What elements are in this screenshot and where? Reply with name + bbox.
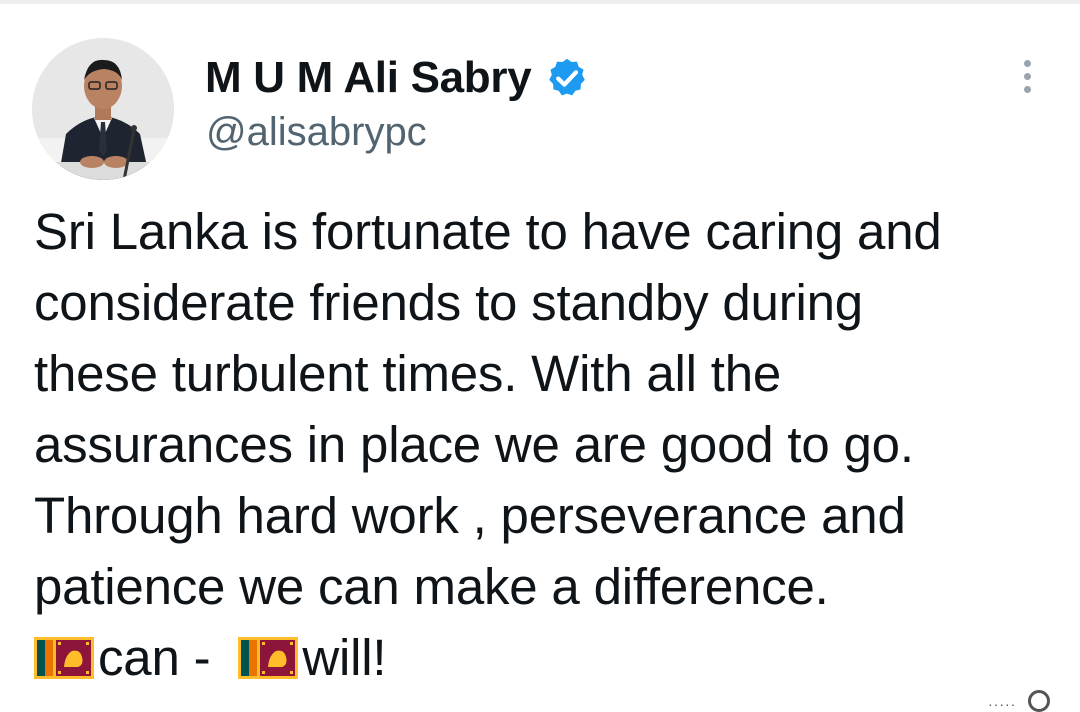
tweet-line: assurances in place we are good to go. (34, 416, 914, 473)
top-divider (0, 0, 1080, 4)
sri-lanka-flag-icon (34, 626, 94, 679)
translate-control-icon[interactable]: ····· (980, 686, 1060, 712)
tweet-line: patience we can make a difference. (34, 558, 829, 615)
closing-text-can: can - (98, 629, 225, 686)
tweet-line: these turbulent times. With all the (34, 345, 782, 402)
tweet-line: considerate friends to standby during (34, 274, 863, 331)
profile-photo-icon (32, 38, 174, 180)
tweet-closing-line: can - will! (34, 622, 1064, 693)
author-handle[interactable]: @alisabrypc (206, 110, 427, 155)
tweet-line: Through hard work , perseverance and (34, 487, 906, 544)
closing-text-will: will! (302, 629, 387, 686)
tweet-text: Sri Lanka is fortunate to have caring an… (34, 196, 1064, 693)
sri-lanka-flag-icon (238, 626, 299, 679)
avatar[interactable] (32, 38, 174, 180)
author-name-row: M U M Ali Sabry (205, 50, 589, 106)
tweet-line: Sri Lanka is fortunate to have caring an… (34, 203, 942, 260)
more-options-icon[interactable] (1016, 60, 1038, 100)
author-name[interactable]: M U M Ali Sabry (205, 53, 532, 103)
verified-badge-icon (545, 56, 589, 100)
